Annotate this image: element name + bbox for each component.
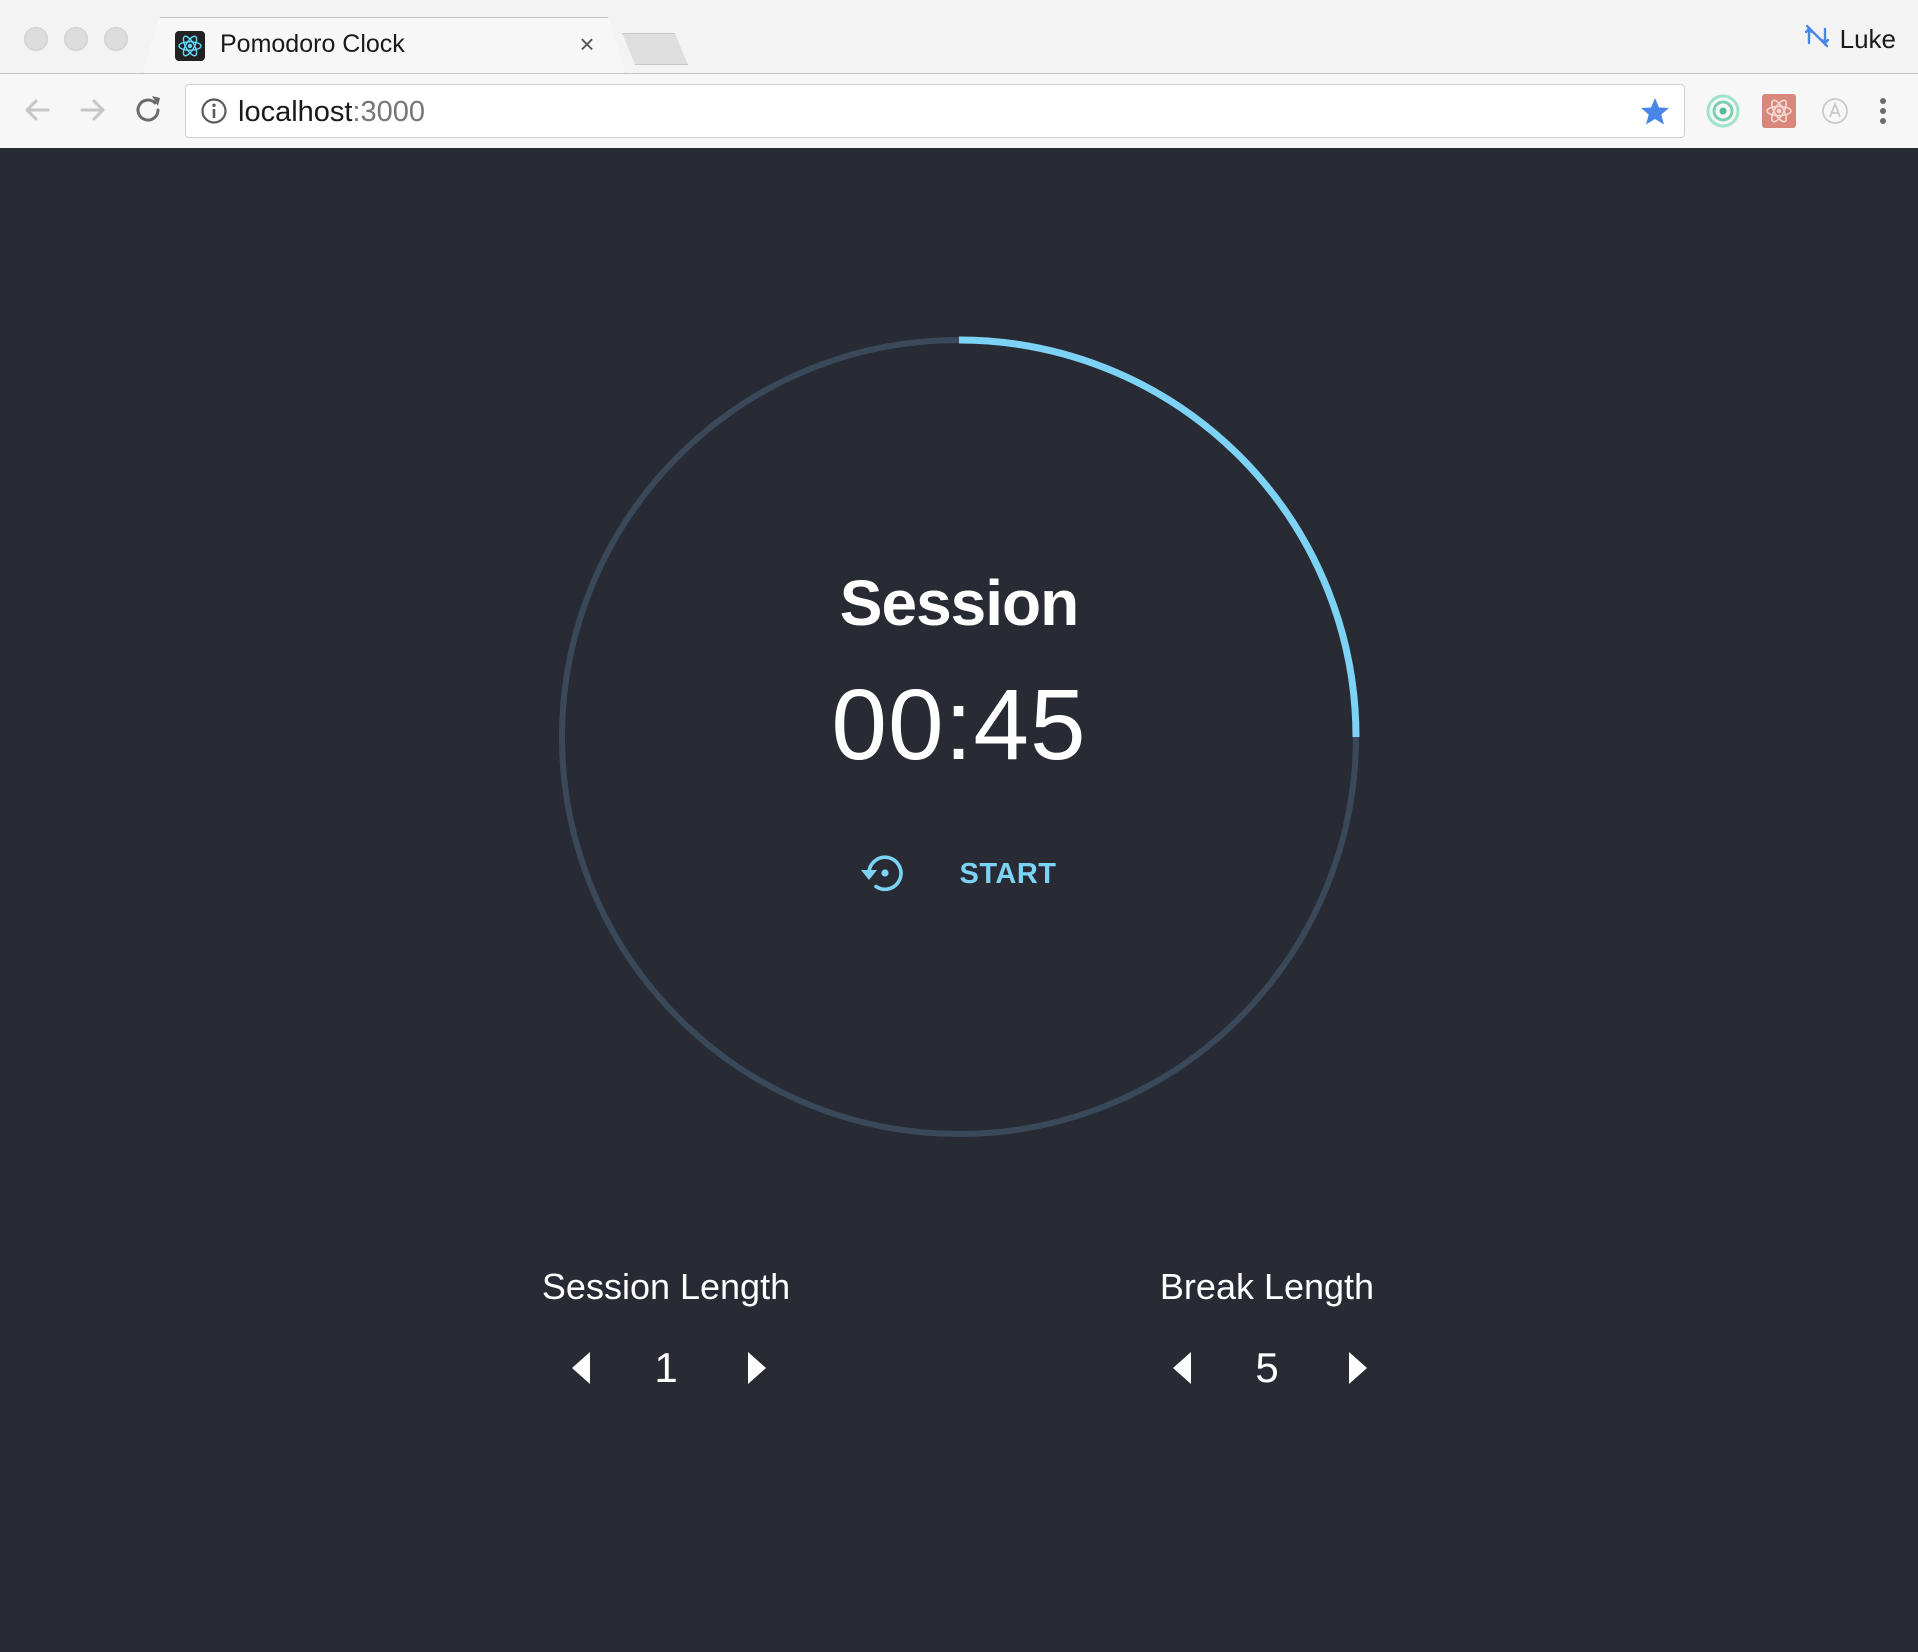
break-decrement-icon[interactable] (1163, 1348, 1203, 1388)
url-host: localhost (238, 96, 353, 128)
url-port: :3000 (352, 96, 426, 128)
timer-mode-title: Session (839, 567, 1079, 639)
forward-arrow-icon[interactable] (72, 90, 112, 130)
reset-icon[interactable] (858, 848, 908, 898)
break-length-value: 5 (1255, 1344, 1279, 1391)
extension-target-icon[interactable] (1704, 92, 1742, 130)
tab-close-icon[interactable]: × (572, 29, 602, 59)
tab-strip: Pomodoro Clock × Luke (0, 0, 1918, 73)
extension-a-icon[interactable] (1816, 92, 1854, 130)
new-tab-button[interactable] (622, 33, 688, 65)
kebab-menu-icon[interactable] (1864, 92, 1902, 130)
back-arrow-icon[interactable] (18, 90, 58, 130)
react-logo-icon (175, 31, 205, 61)
address-bar[interactable]: localhost:3000 (185, 84, 1685, 138)
reload-icon[interactable] (128, 90, 168, 130)
sync-icon (1804, 23, 1830, 56)
break-length-control: Break Length 5 (1107, 1266, 1427, 1398)
browser-chrome: Pomodoro Clock × Luke localhost:3000 (0, 0, 1918, 148)
break-length-label: Break Length (1159, 1266, 1375, 1307)
session-decrement-icon[interactable] (562, 1348, 602, 1388)
star-icon[interactable] (1638, 95, 1672, 129)
session-length-control: Session Length 1 (506, 1266, 826, 1398)
profile-name: Luke (1839, 23, 1896, 54)
break-increment-icon[interactable] (1337, 1348, 1377, 1388)
tab-pomodoro-clock[interactable]: Pomodoro Clock × (142, 17, 626, 74)
session-length-label: Session Length (541, 1266, 791, 1307)
window-minimize-dot[interactable] (64, 27, 88, 51)
profile-button[interactable]: Luke (1804, 22, 1896, 56)
window-close-dot[interactable] (24, 27, 48, 51)
session-length-value: 1 (654, 1344, 678, 1391)
browser-toolbar: localhost:3000 (0, 73, 1918, 148)
break-length-stepper: 5 (1107, 1338, 1427, 1398)
pomodoro-page: Session 00:45 START Session Length 1 Bre… (0, 148, 1918, 1652)
session-increment-icon[interactable] (736, 1348, 776, 1388)
extension-react-devtools-icon[interactable] (1760, 92, 1798, 130)
url-text: localhost:3000 (238, 96, 425, 129)
tab-title: Pomodoro Clock (220, 30, 405, 58)
info-icon[interactable] (200, 97, 228, 125)
window-zoom-dot[interactable] (104, 27, 128, 51)
timer-countdown: 00:45 (831, 669, 1087, 781)
session-length-stepper: 1 (506, 1338, 826, 1398)
start-button[interactable]: START (948, 854, 1068, 894)
